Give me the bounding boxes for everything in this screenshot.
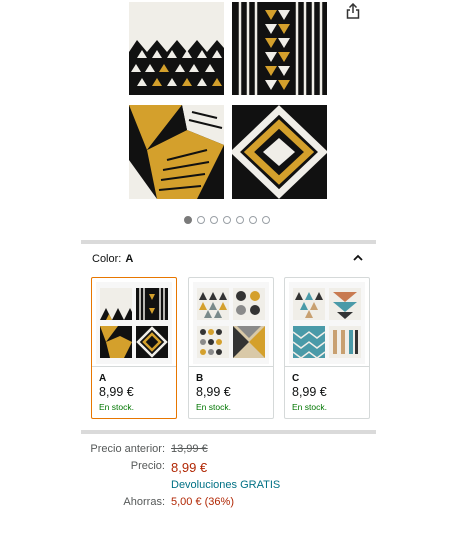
price-label: Precio: xyxy=(130,460,165,472)
returns-row: Devoluciones GRATIS xyxy=(0,479,475,495)
old-price-label: Precio anterior: xyxy=(90,443,165,455)
color-selector-header[interactable]: Color: A xyxy=(92,253,367,267)
savings-row: Ahorras: 5,00 € (36%) xyxy=(0,496,475,512)
carousel-dot[interactable] xyxy=(210,216,218,224)
carousel-dot[interactable] xyxy=(262,216,270,224)
section-divider xyxy=(81,240,376,244)
carousel-dot[interactable] xyxy=(249,216,257,224)
swatch-c[interactable]: C 8,99 € En stock. xyxy=(284,277,370,419)
swatch-b-price: 8,99 € xyxy=(196,385,231,399)
swatch-a-price: 8,99 € xyxy=(99,385,134,399)
share-icon xyxy=(346,3,360,19)
price-value: 8,99 € xyxy=(171,460,208,475)
carousel-dot[interactable] xyxy=(223,216,231,224)
swatch-c-stock: En stock. xyxy=(292,402,327,412)
swatch-divider xyxy=(189,366,273,367)
chevron-up-icon[interactable] xyxy=(351,251,365,265)
product-main-image[interactable] xyxy=(127,0,331,203)
swatch-c-name: C xyxy=(292,373,300,384)
swatch-a-name: A xyxy=(99,373,107,384)
swatch-b[interactable]: B 8,99 € En stock. xyxy=(188,277,274,419)
swatch-a[interactable]: A 8,99 € En stock. xyxy=(91,277,177,419)
swatch-a-stock: En stock. xyxy=(99,402,134,412)
carousel-dot[interactable] xyxy=(236,216,244,224)
share-button[interactable] xyxy=(342,0,364,22)
swatch-b-image xyxy=(193,282,269,364)
color-swatch-list: A 8,99 € En stock. B 8,99 € En stock. C … xyxy=(91,277,371,419)
carousel-dot[interactable] xyxy=(197,216,205,224)
old-price-value: 13,99 € xyxy=(171,443,208,455)
section-divider xyxy=(81,430,376,434)
swatch-b-name: B xyxy=(196,373,204,384)
swatch-b-stock: En stock. xyxy=(196,402,231,412)
savings-value: 5,00 € (36%) xyxy=(171,496,234,508)
carousel-dot[interactable] xyxy=(184,216,192,224)
savings-label: Ahorras: xyxy=(123,496,165,508)
swatch-c-image xyxy=(289,282,365,364)
free-returns-link[interactable]: Devoluciones GRATIS xyxy=(171,479,280,491)
price-row: Precio: 8,99 € xyxy=(0,460,475,476)
swatch-divider xyxy=(285,366,369,367)
color-label: Color: xyxy=(92,253,122,265)
old-price-row: Precio anterior: 13,99 € xyxy=(0,443,475,459)
swatch-a-image xyxy=(96,282,172,364)
swatch-divider xyxy=(92,366,176,367)
swatch-c-price: 8,99 € xyxy=(292,385,327,399)
image-carousel-dots xyxy=(184,216,270,224)
color-value: A xyxy=(125,253,134,265)
